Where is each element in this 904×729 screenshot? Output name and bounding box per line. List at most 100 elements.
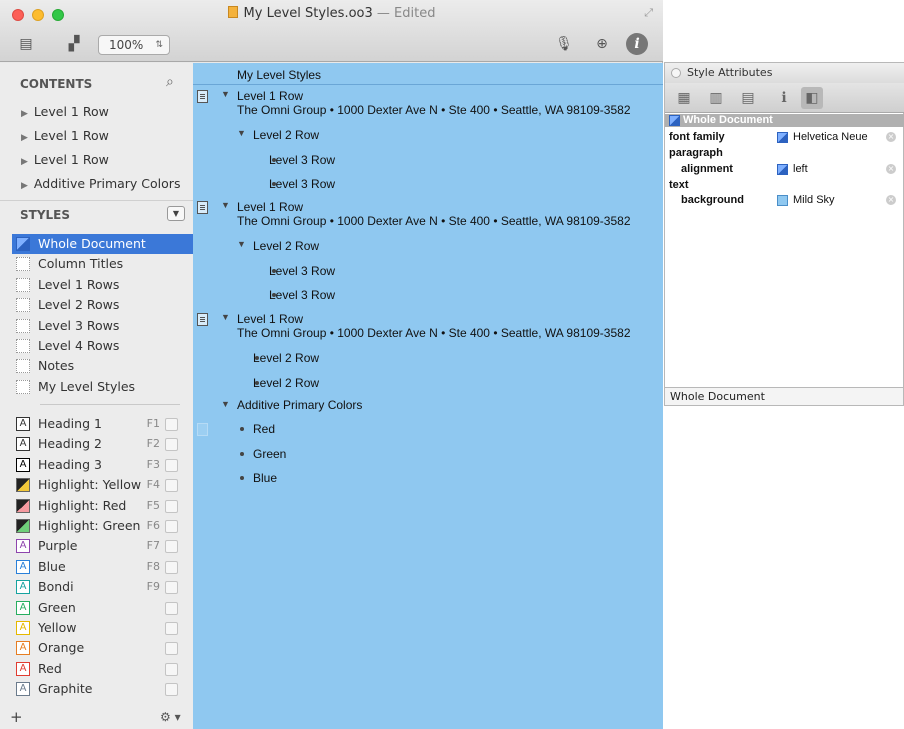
styles-menu-button[interactable]: ▼ [167,206,185,221]
bullet-icon[interactable] [240,451,244,456]
named-style-item[interactable]: A Bondi F9 [12,577,182,597]
contents-item[interactable]: ▶ Level 1 Row [0,124,193,148]
gear-icon[interactable]: ⚙ ▾ [160,710,181,724]
disclosure-triangle-icon[interactable]: ▼ [221,312,230,322]
style-checkbox[interactable] [165,560,178,574]
disclosure-triangle-icon[interactable]: ▼ [237,239,246,249]
style-attributes-icon[interactable]: ◧ [801,87,823,109]
row-note-text[interactable]: The Omni Group • 1000 Dexter Ave N • Ste… [237,326,631,340]
style-checkbox[interactable] [165,499,178,513]
bullet-icon[interactable] [240,427,244,431]
level-1-row[interactable]: Level 1 Row [237,312,303,326]
alignment-value[interactable]: left [777,163,808,176]
color-row[interactable]: Green [253,447,286,461]
remove-attribute-icon[interactable]: × [886,164,896,174]
level-3-row[interactable]: Level 3 Row [269,177,335,191]
style-checkbox[interactable] [165,642,178,656]
additive-colors-row[interactable]: Additive Primary Colors [237,398,362,412]
row-note-text[interactable]: The Omni Group • 1000 Dexter Ave N • Ste… [237,103,631,117]
level-1-row[interactable]: Level 1 Row [237,89,303,103]
background-value[interactable]: Mild Sky [777,194,835,207]
style-checkbox[interactable] [165,418,178,431]
note-icon[interactable] [197,201,208,214]
inspector-icon[interactable]: i [626,33,648,55]
column-title[interactable]: My Level Styles [193,67,663,85]
color-row[interactable]: Blue [253,471,277,485]
add-row-icon[interactable]: ⊕ [591,34,613,54]
style-checkbox[interactable] [165,458,178,472]
style-checkbox[interactable] [165,662,178,676]
disclosure-triangle-icon[interactable]: ▼ [221,399,230,409]
named-style-item[interactable]: A Purple F7 [12,536,182,556]
level-3-row[interactable]: Level 3 Row [269,264,335,278]
outline-view[interactable]: My Level Styles ▼ Level 1 Row The Omni Gro… [193,63,663,729]
level-1-row[interactable]: Level 1 Row [237,200,303,214]
named-style-item[interactable]: A Yellow [12,618,182,638]
contents-item[interactable]: ▶ Level 1 Row [0,148,193,172]
row-note-text[interactable]: The Omni Group • 1000 Dexter Ave N • Ste… [237,214,631,228]
named-style-item[interactable]: Highlight: Red F5 [12,496,182,516]
disclosure-triangle-icon[interactable]: ▶ [21,133,28,143]
note-icon[interactable] [197,90,208,103]
style-checkbox[interactable] [165,479,178,493]
disclosure-triangle-icon[interactable]: ▶ [21,109,28,119]
search-icon[interactable]: ⌕ [166,74,174,90]
columns-icon[interactable]: ▥ [705,87,727,109]
named-style-item[interactable]: A Graphite [12,679,182,699]
style-checkbox[interactable] [165,540,178,554]
level-2-row[interactable]: Level 2 Row [253,239,319,253]
microphone-icon[interactable]: 🎙 [553,34,575,54]
style-checkbox[interactable] [165,520,178,533]
info-icon[interactable]: ℹ [773,87,795,109]
level-2-row[interactable]: Level 2 Row [253,128,319,142]
named-style-item[interactable]: A Blue F8 [12,557,182,577]
note-icon[interactable] [197,313,208,326]
disclosure-triangle-icon[interactable]: ▼ [237,128,246,138]
disclosure-triangle-icon[interactable]: ▼ [221,200,230,210]
style-checkbox[interactable] [165,438,178,452]
named-style-item[interactable]: Highlight: Green F6 [12,516,182,536]
remove-attribute-icon[interactable]: × [886,195,896,205]
remove-attribute-icon[interactable]: × [886,132,896,142]
level-3-row[interactable]: Level 3 Row [269,288,335,302]
disclosure-triangle-icon[interactable]: ▼ [221,89,230,99]
font-family-value[interactable]: Helvetica Neue [777,131,868,144]
style-item[interactable]: Level 2 Rows [12,295,193,315]
rows-icon[interactable]: ▤ [737,87,759,109]
named-style-item[interactable]: A Heading 2 F2 [12,434,182,454]
contents-item[interactable]: ▶ Additive Primary Colors [0,172,193,196]
zoom-select[interactable]: 100% ⇅ [98,35,170,55]
named-style-item[interactable]: A Heading 3 F3 [12,455,182,475]
style-item[interactable]: Level 1 Rows [12,275,193,295]
color-row[interactable]: Red [253,422,275,436]
page-view-icon[interactable]: ▞ [62,34,86,54]
named-style-item[interactable]: A Green [12,598,182,618]
named-style-item[interactable]: A Heading 1 F1 [12,414,182,434]
contents-item[interactable]: ▶ Level 1 Row [0,100,193,124]
style-item[interactable]: Level 4 Rows [12,336,193,356]
style-checkbox[interactable] [165,601,178,615]
style-checkbox[interactable] [165,622,178,635]
style-item[interactable]: My Level Styles [12,377,193,397]
level-2-row[interactable]: Level 2 Row [253,376,319,390]
fullscreen-icon[interactable]: ⤢ [644,6,653,20]
style-item[interactable]: Notes [12,356,193,376]
sidebar-toggle-icon[interactable]: ▤ [14,34,38,54]
panel-close-button[interactable] [671,68,681,78]
style-item[interactable]: Column Titles [12,254,193,274]
add-style-button[interactable]: + [10,708,23,726]
selected-style[interactable]: Whole Document [665,114,904,127]
style-item[interactable]: Whole Document [12,234,193,254]
note-icon[interactable] [197,423,208,436]
style-checkbox[interactable] [165,683,178,697]
named-style-item[interactable]: Highlight: Yellow F4 [12,475,182,495]
text-attributes-icon[interactable]: ▦ [673,87,695,109]
style-checkbox[interactable] [165,581,178,595]
disclosure-triangle-icon[interactable]: ▶ [21,157,28,167]
level-3-row[interactable]: Level 3 Row [269,153,335,167]
named-style-item[interactable]: A Red [12,659,182,679]
disclosure-triangle-icon[interactable]: ▶ [21,181,28,191]
bullet-icon[interactable] [240,476,244,480]
level-2-row[interactable]: Level 2 Row [253,351,319,365]
named-style-item[interactable]: A Orange [12,638,182,658]
